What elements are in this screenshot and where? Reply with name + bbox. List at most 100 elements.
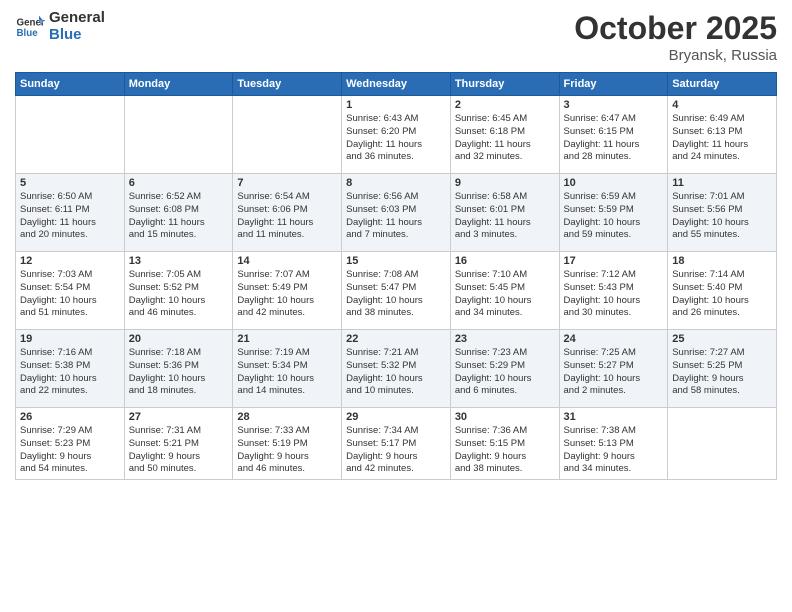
col-monday: Monday: [124, 73, 233, 96]
day-number: 9: [455, 177, 555, 189]
day-number: 23: [455, 333, 555, 345]
day-number: 3: [564, 99, 664, 111]
table-row: 29 Sunrise: 7:34 AM Sunset: 5:17 PM Dayli…: [342, 408, 451, 480]
day-info: Sunrise: 7:21 AM Sunset: 5:32 PM Dayligh…: [346, 347, 446, 398]
header: General Blue General Blue October 2025 B…: [15, 10, 777, 64]
title-section: October 2025 Bryansk, Russia: [574, 10, 777, 64]
day-info: Sunrise: 7:23 AM Sunset: 5:29 PM Dayligh…: [455, 347, 555, 398]
table-row: 2 Sunrise: 6:45 AM Sunset: 6:18 PM Daylig…: [450, 96, 559, 174]
table-row: 25Sunrise: 7:27 AM Sunset: 5:25 PM Dayli…: [668, 330, 777, 408]
day-info: Sunrise: 6:43 AM Sunset: 6:20 PM Dayligh…: [346, 113, 446, 164]
day-number: 4: [672, 99, 772, 111]
day-number: 16: [455, 255, 555, 267]
table-row: [124, 96, 233, 174]
day-info: Sunrise: 7:03 AM Sunset: 5:54 PM Dayligh…: [20, 269, 120, 320]
day-number: 21: [237, 333, 337, 345]
day-number: 1: [346, 99, 446, 111]
day-number: 18: [672, 255, 772, 267]
table-row: 22 Sunrise: 7:21 AM Sunset: 5:32 PM Dayli…: [342, 330, 451, 408]
day-info: Sunrise: 6:47 AM Sunset: 6:15 PM Dayligh…: [564, 113, 664, 164]
table-row: 11Sunrise: 7:01 AM Sunset: 5:56 PM Dayli…: [668, 174, 777, 252]
table-row: 17Sunrise: 7:12 AM Sunset: 5:43 PM Dayli…: [559, 252, 668, 330]
table-row: 12 Sunrise: 7:03 AM Sunset: 5:54 PM Dayli…: [16, 252, 125, 330]
day-info: Sunrise: 6:54 AM Sunset: 6:06 PM Dayligh…: [237, 191, 337, 242]
table-row: 6Sunrise: 6:52 AM Sunset: 6:08 PM Daylig…: [124, 174, 233, 252]
table-row: 15 Sunrise: 7:08 AM Sunset: 5:47 PM Dayli…: [342, 252, 451, 330]
svg-text:Blue: Blue: [17, 28, 39, 39]
calendar-header-row: Sunday Monday Tuesday Wednesday Thursday…: [16, 73, 777, 96]
day-number: 7: [237, 177, 337, 189]
table-row: 21 Sunrise: 7:19 AM Sunset: 5:34 PM Dayli…: [233, 330, 342, 408]
day-number: 29: [346, 411, 446, 423]
table-row: 23 Sunrise: 7:23 AM Sunset: 5:29 PM Dayli…: [450, 330, 559, 408]
day-info: Sunrise: 7:14 AM Sunset: 5:40 PM Dayligh…: [672, 269, 772, 320]
table-row: [233, 96, 342, 174]
table-row: [668, 408, 777, 480]
table-row: 20 Sunrise: 7:18 AM Sunset: 5:36 PM Dayli…: [124, 330, 233, 408]
logo-general-text: General: [49, 10, 105, 27]
col-wednesday: Wednesday: [342, 73, 451, 96]
day-number: 15: [346, 255, 446, 267]
table-row: 14 Sunrise: 7:07 AM Sunset: 5:49 PM Dayli…: [233, 252, 342, 330]
table-row: 3 Sunrise: 6:47 AM Sunset: 6:15 PM Daylig…: [559, 96, 668, 174]
table-row: 27 Sunrise: 7:31 AM Sunset: 5:21 PM Dayli…: [124, 408, 233, 480]
day-info: Sunrise: 7:33 AM Sunset: 5:19 PM Dayligh…: [237, 425, 337, 476]
logo-blue-text: Blue: [49, 27, 105, 44]
page: General Blue General Blue October 2025 B…: [0, 0, 792, 612]
day-info: Sunrise: 7:18 AM Sunset: 5:36 PM Dayligh…: [129, 347, 229, 398]
logo-icon: General Blue: [15, 12, 45, 42]
col-sunday: Sunday: [16, 73, 125, 96]
day-info: Sunrise: 7:19 AM Sunset: 5:34 PM Dayligh…: [237, 347, 337, 398]
month-title: October 2025: [574, 10, 777, 47]
table-row: 24 Sunrise: 7:25 AM Sunset: 5:27 PM Dayli…: [559, 330, 668, 408]
day-number: 12: [20, 255, 120, 267]
day-info: Sunrise: 6:49 AM Sunset: 6:13 PM Dayligh…: [672, 113, 772, 164]
day-number: 2: [455, 99, 555, 111]
day-info: Sunrise: 7:29 AM Sunset: 5:23 PM Dayligh…: [20, 425, 120, 476]
table-row: 26 Sunrise: 7:29 AM Sunset: 5:23 PM Dayli…: [16, 408, 125, 480]
day-number: 5: [20, 177, 120, 189]
day-info: Sunrise: 7:08 AM Sunset: 5:47 PM Dayligh…: [346, 269, 446, 320]
day-number: 31: [564, 411, 664, 423]
col-tuesday: Tuesday: [233, 73, 342, 96]
day-number: 10: [564, 177, 664, 189]
day-info: Sunrise: 6:52 AM Sunset: 6:08 PM Dayligh…: [129, 191, 229, 242]
day-number: 13: [129, 255, 229, 267]
table-row: 4 Sunrise: 6:49 AM Sunset: 6:13 PM Daylig…: [668, 96, 777, 174]
day-info: Sunrise: 7:10 AM Sunset: 5:45 PM Dayligh…: [455, 269, 555, 320]
day-info: Sunrise: 6:58 AM Sunset: 6:01 PM Dayligh…: [455, 191, 555, 242]
table-row: 5 Sunrise: 6:50 AM Sunset: 6:11 PM Daylig…: [16, 174, 125, 252]
table-row: 18 Sunrise: 7:14 AM Sunset: 5:40 PM Dayli…: [668, 252, 777, 330]
day-number: 14: [237, 255, 337, 267]
table-row: 13Sunrise: 7:05 AM Sunset: 5:52 PM Dayli…: [124, 252, 233, 330]
table-row: [16, 96, 125, 174]
day-number: 20: [129, 333, 229, 345]
day-info: Sunrise: 7:25 AM Sunset: 5:27 PM Dayligh…: [564, 347, 664, 398]
table-row: 9 Sunrise: 6:58 AM Sunset: 6:01 PM Daylig…: [450, 174, 559, 252]
day-info: Sunrise: 6:50 AM Sunset: 6:11 PM Dayligh…: [20, 191, 120, 242]
col-friday: Friday: [559, 73, 668, 96]
day-info: Sunrise: 6:45 AM Sunset: 6:18 PM Dayligh…: [455, 113, 555, 164]
col-saturday: Saturday: [668, 73, 777, 96]
col-thursday: Thursday: [450, 73, 559, 96]
day-number: 24: [564, 333, 664, 345]
day-info: Sunrise: 7:27 AM Sunset: 5:25 PM Dayligh…: [672, 347, 772, 398]
day-number: 27: [129, 411, 229, 423]
day-number: 17: [564, 255, 664, 267]
day-info: Sunrise: 7:38 AM Sunset: 5:13 PM Dayligh…: [564, 425, 664, 476]
day-info: Sunrise: 7:34 AM Sunset: 5:17 PM Dayligh…: [346, 425, 446, 476]
day-info: Sunrise: 7:07 AM Sunset: 5:49 PM Dayligh…: [237, 269, 337, 320]
day-info: Sunrise: 7:31 AM Sunset: 5:21 PM Dayligh…: [129, 425, 229, 476]
day-number: 22: [346, 333, 446, 345]
day-number: 8: [346, 177, 446, 189]
table-row: 31 Sunrise: 7:38 AM Sunset: 5:13 PM Dayli…: [559, 408, 668, 480]
table-row: 16 Sunrise: 7:10 AM Sunset: 5:45 PM Dayli…: [450, 252, 559, 330]
table-row: 10Sunrise: 6:59 AM Sunset: 5:59 PM Dayli…: [559, 174, 668, 252]
day-info: Sunrise: 7:01 AM Sunset: 5:56 PM Dayligh…: [672, 191, 772, 242]
day-number: 26: [20, 411, 120, 423]
table-row: 8 Sunrise: 6:56 AM Sunset: 6:03 PM Daylig…: [342, 174, 451, 252]
calendar-table: Sunday Monday Tuesday Wednesday Thursday…: [15, 72, 777, 480]
day-info: Sunrise: 6:56 AM Sunset: 6:03 PM Dayligh…: [346, 191, 446, 242]
table-row: 30Sunrise: 7:36 AM Sunset: 5:15 PM Dayli…: [450, 408, 559, 480]
day-number: 30: [455, 411, 555, 423]
